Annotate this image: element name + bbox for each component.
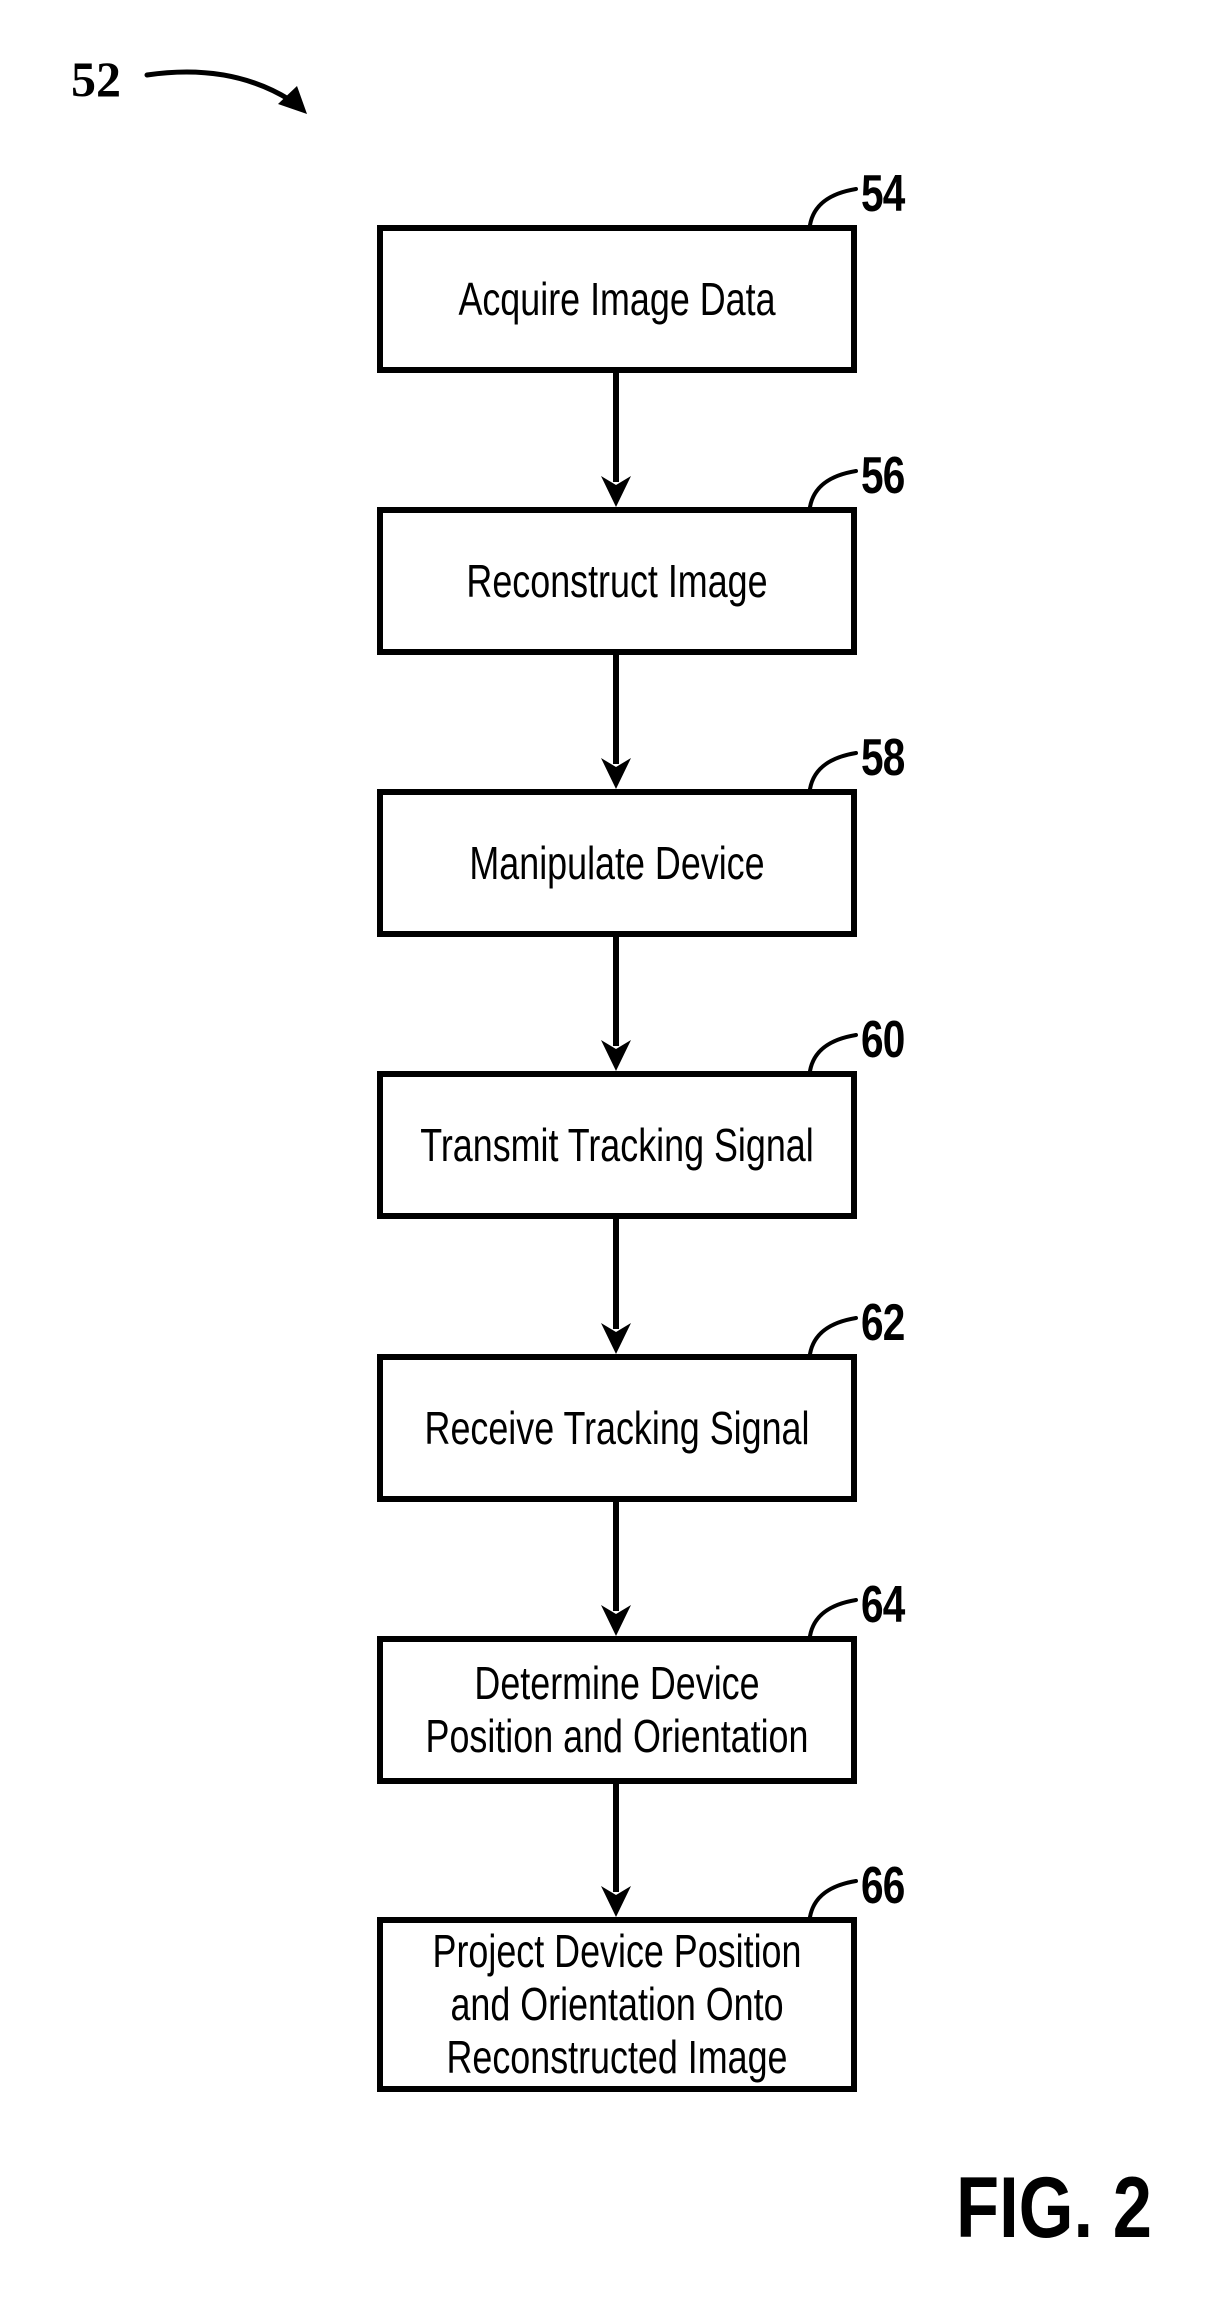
ref-leader-line (808, 469, 858, 509)
step-label: Manipulate Device (469, 836, 765, 889)
step-box-project-onto-image: Project Device Position and Orientation … (377, 1917, 857, 2092)
figure-pointer-arrow (144, 69, 293, 103)
step-box-reconstruct-image: Reconstruct Image (377, 507, 857, 655)
ref-leader-line (808, 187, 858, 227)
ref-leader-line (808, 1033, 858, 1073)
ref-leader-line (808, 1879, 858, 1919)
step-box-receive-tracking-signal: Receive Tracking Signal (377, 1354, 857, 1502)
step-ref-numeral: 64 (861, 1576, 905, 1634)
figure-caption: FIG. 2 (956, 2160, 1152, 2256)
step-box-manipulate-device: Manipulate Device (377, 789, 857, 937)
figure-pointer-arrowhead (278, 86, 307, 114)
step-label: Determine Device Position and Orientatio… (425, 1657, 809, 1762)
step-label: Project Device Position and Orientation … (432, 1925, 802, 2083)
step-label: Acquire Image Data (458, 272, 776, 325)
step-ref-numeral: 62 (861, 1294, 905, 1352)
step-label: Transmit Tracking Signal (420, 1118, 814, 1171)
step-label: Reconstruct Image (466, 554, 768, 607)
step-ref-numeral: 56 (861, 447, 905, 505)
step-box-transmit-tracking-signal: Transmit Tracking Signal (377, 1071, 857, 1219)
step-box-acquire-image-data: Acquire Image Data (377, 225, 857, 373)
step-label: Receive Tracking Signal (424, 1401, 810, 1454)
ref-leader-line (808, 1598, 858, 1638)
step-ref-numeral: 54 (861, 165, 905, 223)
step-ref-numeral: 66 (861, 1857, 905, 1915)
figure-reference-numeral: 52 (71, 51, 121, 107)
step-ref-numeral: 60 (861, 1011, 905, 1069)
ref-leader-line (808, 751, 858, 791)
ref-leader-line (808, 1316, 858, 1356)
step-box-determine-position-orientation: Determine Device Position and Orientatio… (377, 1636, 857, 1784)
step-ref-numeral: 58 (861, 729, 905, 787)
